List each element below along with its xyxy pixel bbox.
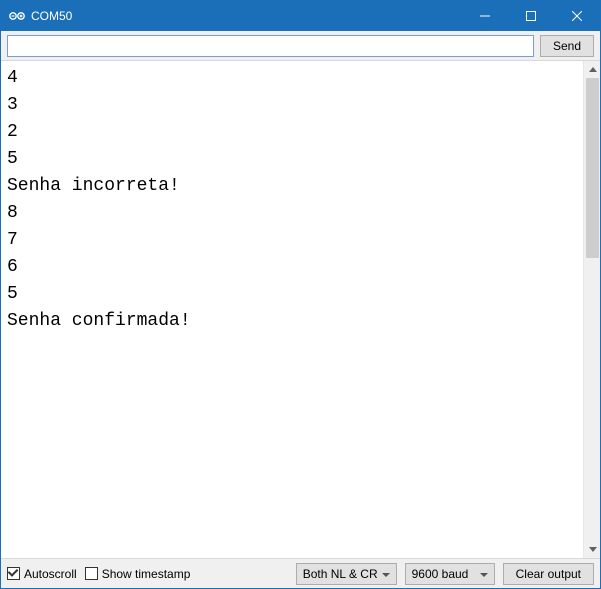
arduino-icon [9,8,25,24]
output-area: 4 3 2 5 Senha incorreta! 8 7 6 5 Senha c… [1,61,600,558]
titlebar-controls [462,1,600,31]
timestamp-label: Show timestamp [102,567,191,581]
autoscroll-label: Autoscroll [24,567,77,581]
input-row: Send [1,31,600,61]
line-ending-select[interactable]: Both NL & CR [296,563,397,585]
titlebar: COM50 [1,1,600,31]
baud-value: 9600 baud [412,567,469,581]
timestamp-checkbox[interactable] [85,567,98,580]
scroll-up-icon[interactable] [584,61,601,78]
clear-output-button[interactable]: Clear output [503,563,594,585]
bottom-bar: Autoscroll Show timestamp Both NL & CR 9… [1,558,600,588]
baud-select[interactable]: 9600 baud [405,563,495,585]
timestamp-checkbox-group[interactable]: Show timestamp [85,567,191,581]
minimize-button[interactable] [462,1,508,31]
close-button[interactable] [554,1,600,31]
vertical-scrollbar[interactable] [583,61,600,558]
autoscroll-checkbox-group[interactable]: Autoscroll [7,567,77,581]
send-button[interactable]: Send [540,35,594,57]
scroll-thumb[interactable] [586,78,599,258]
window-title: COM50 [31,9,462,23]
autoscroll-checkbox[interactable] [7,567,20,580]
serial-output: 4 3 2 5 Senha incorreta! 8 7 6 5 Senha c… [1,61,583,558]
maximize-button[interactable] [508,1,554,31]
line-ending-value: Both NL & CR [303,567,378,581]
serial-input[interactable] [7,35,534,57]
scroll-down-icon[interactable] [584,541,601,558]
